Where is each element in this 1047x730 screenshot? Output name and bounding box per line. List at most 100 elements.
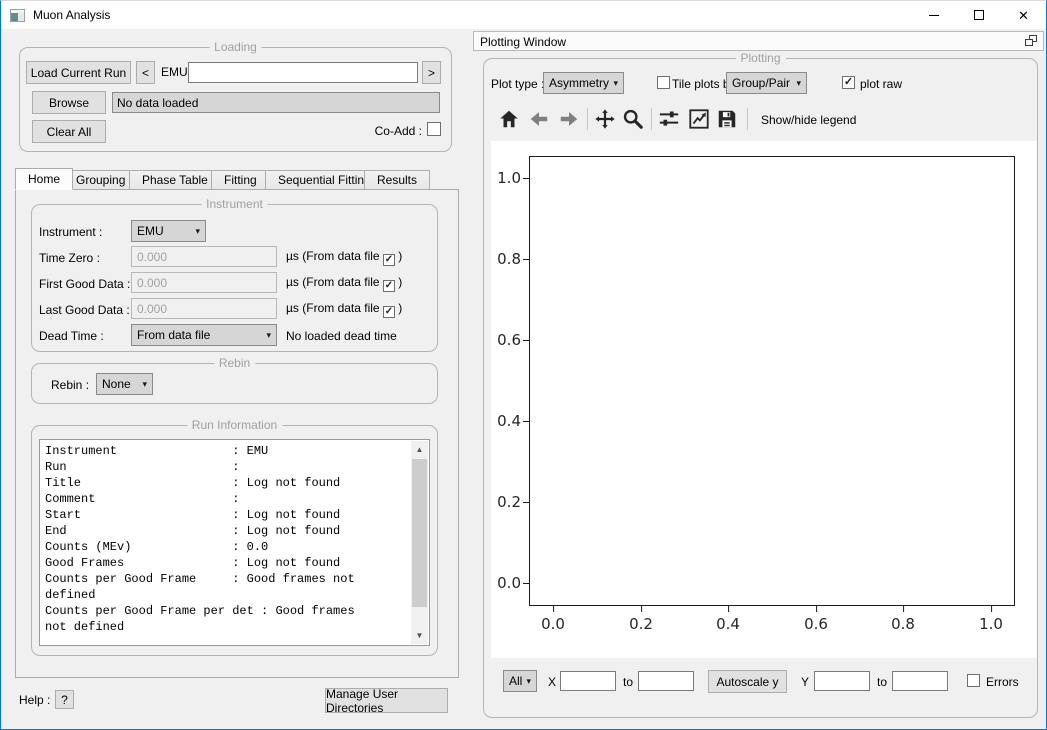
tile-by-value: Group/Pair bbox=[732, 76, 790, 90]
plot-zoom-button[interactable] bbox=[621, 107, 645, 131]
y-to-input[interactable] bbox=[892, 671, 948, 691]
plot-raw-checkbox[interactable]: ✓ bbox=[842, 76, 855, 89]
y-tick-label: 0.0 bbox=[491, 574, 521, 592]
time-zero-from-file-checkbox[interactable]: ✓ bbox=[383, 254, 395, 266]
last-good-data-input: 0.000 bbox=[131, 298, 277, 319]
maximize-icon bbox=[974, 10, 984, 20]
tab-phase-table[interactable]: Phase Table bbox=[129, 170, 221, 190]
first-good-data-unit-close: ) bbox=[398, 275, 402, 289]
scrollbar-thumb[interactable] bbox=[412, 459, 427, 607]
instrument-label: Instrument : bbox=[39, 225, 102, 239]
plot-subplots-button[interactable] bbox=[657, 107, 681, 131]
last-good-data-from-file-checkbox[interactable]: ✓ bbox=[383, 306, 395, 318]
rebin-group: Rebin bbox=[31, 363, 438, 404]
help-label: Help : bbox=[19, 693, 50, 707]
first-good-data-label: First Good Data : bbox=[39, 277, 130, 291]
rebin-select[interactable]: None ▾ bbox=[96, 373, 153, 395]
plot-home-button[interactable] bbox=[497, 107, 521, 131]
run-number-input[interactable] bbox=[188, 62, 418, 83]
plot-axes bbox=[529, 156, 1015, 606]
y-tick-label: 0.4 bbox=[491, 412, 521, 430]
y-to-label: to bbox=[877, 675, 887, 689]
plot-save-button[interactable] bbox=[715, 107, 739, 131]
x-tick-label: 0.4 bbox=[716, 615, 740, 633]
forward-icon bbox=[558, 108, 580, 130]
subplots-icon bbox=[658, 108, 680, 130]
help-button[interactable]: ? bbox=[55, 690, 74, 709]
plot-canvas[interactable]: 0.0 0.2 0.4 0.6 0.8 1.0 0.0 0.2 0.4 0.6 … bbox=[491, 141, 1037, 658]
toolbar-separator bbox=[587, 108, 588, 130]
minimize-icon bbox=[929, 15, 939, 16]
plot-forward-button[interactable] bbox=[557, 107, 581, 131]
errors-checkbox[interactable] bbox=[967, 674, 980, 687]
float-dock-icon[interactable] bbox=[1025, 35, 1038, 48]
manage-user-directories-button[interactable]: Manage User Directories bbox=[325, 688, 448, 713]
next-run-button[interactable]: > bbox=[422, 61, 441, 84]
x-to-label: to bbox=[623, 675, 633, 689]
plot-pan-button[interactable] bbox=[593, 107, 617, 131]
chevron-down-icon: ▾ bbox=[796, 79, 801, 88]
tab-results[interactable]: Results bbox=[364, 170, 430, 190]
plot-type-label: Plot type : bbox=[491, 77, 544, 91]
run-information-title: Run Information bbox=[187, 418, 282, 432]
x-to-input[interactable] bbox=[638, 671, 694, 691]
chevron-down-icon: ▾ bbox=[195, 227, 200, 236]
y-tick-label: 0.8 bbox=[491, 250, 521, 268]
autoscale-y-button[interactable]: Autoscale y bbox=[708, 670, 787, 693]
scroll-down-icon[interactable]: ▼ bbox=[411, 627, 428, 644]
x-from-input[interactable] bbox=[560, 671, 616, 691]
dead-time-note: No loaded dead time bbox=[286, 329, 397, 343]
x-range-label: X bbox=[548, 675, 556, 689]
plot-type-select[interactable]: Asymmetry ▾ bbox=[543, 72, 624, 94]
previous-run-button[interactable]: < bbox=[136, 61, 155, 84]
clear-all-button[interactable]: Clear All bbox=[32, 120, 106, 143]
minimize-button[interactable] bbox=[911, 1, 956, 29]
plotting-dock-title: Plotting Window bbox=[480, 35, 566, 49]
home-icon bbox=[498, 108, 520, 130]
run-info-scrollbar[interactable]: ▲ ▼ bbox=[411, 441, 428, 644]
plotting-dock-header[interactable]: Plotting Window bbox=[473, 31, 1044, 51]
instrument-select[interactable]: EMU ▾ bbox=[131, 220, 206, 242]
y-tick-label: 0.2 bbox=[491, 493, 521, 511]
loading-group-title: Loading bbox=[209, 40, 262, 54]
back-icon bbox=[528, 108, 550, 130]
window-controls: ✕ bbox=[911, 1, 1046, 29]
dead-time-select[interactable]: From data file ▾ bbox=[131, 324, 277, 346]
coadd-label: Co-Add : bbox=[372, 124, 422, 138]
tab-fitting[interactable]: Fitting bbox=[211, 170, 270, 190]
dead-time-label: Dead Time : bbox=[39, 329, 104, 343]
time-zero-label: Time Zero : bbox=[39, 251, 100, 265]
app-icon bbox=[10, 9, 25, 22]
first-good-data-unit: µs (From data file ✓ ) bbox=[286, 275, 402, 292]
plot-range-select[interactable]: All ▾ bbox=[503, 670, 537, 692]
toolbar-separator bbox=[651, 108, 652, 130]
tile-plots-checkbox[interactable] bbox=[657, 76, 670, 89]
browse-button[interactable]: Browse bbox=[32, 91, 106, 114]
instrument-prefix-label: EMU bbox=[161, 65, 188, 79]
last-good-data-unit-close: ) bbox=[398, 301, 402, 315]
run-information-box[interactable]: Instrument : EMU Run : Title : Log not f… bbox=[39, 439, 430, 646]
zoom-icon bbox=[622, 108, 644, 130]
tab-home[interactable]: Home bbox=[15, 168, 73, 190]
tab-grouping[interactable]: Grouping bbox=[63, 170, 138, 190]
coadd-checkbox[interactable] bbox=[427, 122, 441, 136]
y-tick-label: 0.6 bbox=[491, 331, 521, 349]
chevron-down-icon: ▾ bbox=[526, 677, 531, 686]
first-good-data-from-file-checkbox[interactable]: ✓ bbox=[383, 280, 395, 292]
instrument-group-title: Instrument bbox=[201, 197, 268, 211]
plot-back-button[interactable] bbox=[527, 107, 551, 131]
window-title: Muon Analysis bbox=[33, 8, 110, 22]
x-tick-label: 0.6 bbox=[804, 615, 828, 633]
scroll-up-icon[interactable]: ▲ bbox=[411, 441, 428, 458]
show-hide-legend-button[interactable]: Show/hide legend bbox=[761, 113, 856, 127]
y-from-input[interactable] bbox=[814, 671, 870, 691]
maximize-button[interactable] bbox=[956, 1, 1001, 29]
close-button[interactable]: ✕ bbox=[1001, 1, 1046, 29]
first-good-data-unit-text: µs (From data file bbox=[286, 275, 380, 289]
load-current-run-button[interactable]: Load Current Run bbox=[26, 61, 131, 84]
plot-customize-button[interactable] bbox=[687, 107, 711, 131]
y-range-label: Y bbox=[801, 675, 809, 689]
chevron-down-icon: ▾ bbox=[266, 331, 271, 340]
pan-icon bbox=[594, 108, 616, 130]
tile-by-select[interactable]: Group/Pair ▾ bbox=[726, 72, 807, 94]
